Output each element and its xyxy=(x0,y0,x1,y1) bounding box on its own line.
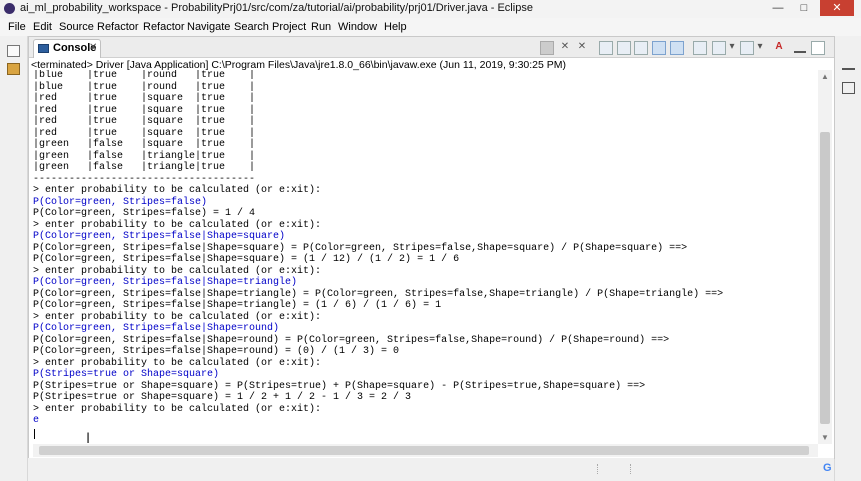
console-output-line: > enter probability to be calculated (or… xyxy=(33,185,322,196)
pin-console-icon[interactable] xyxy=(693,41,707,55)
terminate-icon[interactable] xyxy=(540,41,554,55)
chevron-down-icon[interactable]: ▾ xyxy=(726,41,738,53)
vertical-scrollbar[interactable]: ▲ ▼ xyxy=(818,70,832,444)
console-input-line: P(Stripes=true or Shape=square) xyxy=(33,369,220,380)
console-output-line: > enter probability to be calculated (or… xyxy=(33,357,322,369)
console-input-line: P(Color=green, Stripes=false) xyxy=(33,196,208,208)
console-output-line: P(Color=green, Stripes=false|Shape=round… xyxy=(33,346,400,357)
tab-close-icon[interactable]: ✕ xyxy=(89,42,97,53)
text-caret xyxy=(34,429,35,439)
maximize-view-icon[interactable] xyxy=(811,41,825,55)
console-icon xyxy=(38,44,49,53)
menu-navigate[interactable]: Navigate xyxy=(187,21,230,33)
remove-all-terminated-icon[interactable]: ✕ xyxy=(576,41,588,53)
eclipse-app-icon xyxy=(4,3,15,14)
console-output-line: ------------------------------------- xyxy=(33,173,256,185)
console-output-line: P(Stripes=true or Shape=square) = P(Stri… xyxy=(33,380,646,392)
tab-console[interactable]: Console ✕ xyxy=(33,39,101,58)
maximize-button[interactable]: □ xyxy=(792,0,816,16)
clear-console-icon[interactable] xyxy=(599,41,613,55)
console-output-line: P(Stripes=true or Shape=square) = 1 / 2 … xyxy=(33,392,412,403)
maximize-icon[interactable] xyxy=(842,82,855,94)
right-trim-bar xyxy=(834,36,861,481)
google-icon[interactable]: G xyxy=(823,462,832,474)
show-console-on-stderr-icon[interactable] xyxy=(670,41,684,55)
console-tab-bar: Console ✕ ✕ ✕ ▾ ▾ A xyxy=(29,37,834,58)
console-output-line: |blue |true |round |true | xyxy=(33,70,256,81)
word-wrap-icon[interactable] xyxy=(634,41,648,55)
console-view: Console ✕ ✕ ✕ ▾ ▾ A <terminated> Driver … xyxy=(28,36,835,459)
console-output-line: P(Color=green, Stripes=false|Shape=trian… xyxy=(33,300,442,311)
console-input-line: P(Color=green, Stripes=false|Shape=trian… xyxy=(33,277,298,288)
menu-window[interactable]: Window xyxy=(338,21,377,33)
status-bar: G xyxy=(28,458,834,481)
menu-bar: File Edit Source Refactor Refactor Navig… xyxy=(0,18,861,36)
close-button[interactable]: ✕ xyxy=(820,0,854,16)
open-console-icon[interactable] xyxy=(740,41,754,55)
console-output-line: |green |false |square |true | xyxy=(33,139,256,150)
chevron-down-icon[interactable]: ▾ xyxy=(754,41,766,53)
console-output-line: |blue |true |round |true | xyxy=(33,81,256,93)
console-output-line: |red |true |square |true | xyxy=(33,93,256,104)
menu-edit[interactable]: Edit xyxy=(33,21,52,33)
console-output-line: > enter probability to be calculated (or… xyxy=(33,403,322,415)
console-input-line: e xyxy=(33,415,40,426)
menu-search[interactable]: Search xyxy=(234,21,269,33)
console-output-line: P(Color=green, Stripes=false) = 1 / 4 xyxy=(33,208,256,219)
minimize-icon[interactable] xyxy=(842,64,855,70)
console-output-line: |red |true |square |true | xyxy=(33,116,256,127)
menu-source[interactable]: Source xyxy=(59,21,94,33)
menu-help[interactable]: Help xyxy=(384,21,407,33)
scroll-up-icon[interactable]: ▲ xyxy=(821,72,829,81)
window-title: ai_ml_probability_workspace - Probabilit… xyxy=(20,2,533,14)
menu-refactor-2[interactable]: Refactor xyxy=(143,21,185,33)
console-output-line: P(Color=green, Stripes=false|Shape=trian… xyxy=(33,288,724,300)
display-selected-console-icon[interactable] xyxy=(712,41,726,55)
minimize-view-icon[interactable] xyxy=(794,47,806,53)
menu-refactor[interactable]: Refactor xyxy=(97,21,139,33)
restore-icon[interactable] xyxy=(7,45,20,57)
vertical-scroll-thumb[interactable] xyxy=(820,132,830,424)
console-output-line: > enter probability to be calculated (or… xyxy=(33,311,322,323)
horizontal-scroll-thumb[interactable] xyxy=(39,446,809,455)
remove-launch-icon[interactable]: ✕ xyxy=(559,41,571,53)
console-output[interactable]: |blue |true |round |true | |blue |true |r… xyxy=(33,70,817,444)
console-input-line: P(Color=green, Stripes=false|Shape=round… xyxy=(33,323,280,334)
menu-project[interactable]: Project xyxy=(272,21,306,33)
console-output-line: |red |true |square |true | xyxy=(33,104,256,116)
console-output-line: |green |false |triangle|true | xyxy=(33,150,256,162)
show-console-on-stdout-icon[interactable] xyxy=(652,41,666,55)
console-input-line: P(Color=green, Stripes=false|Shape=squar… xyxy=(33,231,286,242)
menu-file[interactable]: File xyxy=(8,21,26,33)
console-output-line: > enter probability to be calculated (or… xyxy=(33,265,322,277)
console-output-line: > enter probability to be calculated (or… xyxy=(33,219,322,231)
console-output-line: P(Color=green, Stripes=false|Shape=squar… xyxy=(33,242,688,254)
console-output-line: |red |true |square |true | xyxy=(33,127,256,139)
scroll-lock-icon[interactable] xyxy=(617,41,631,55)
console-output-line: |green |false |triangle|true | xyxy=(33,162,256,173)
menu-run[interactable]: Run xyxy=(311,21,331,33)
package-explorer-icon[interactable] xyxy=(7,63,20,75)
gripper-icon xyxy=(597,464,631,474)
horizontal-scrollbar[interactable] xyxy=(33,444,818,457)
console-output-line: P(Color=green, Stripes=false|Shape=squar… xyxy=(33,254,460,265)
hunter-icon[interactable]: A xyxy=(773,41,785,53)
console-output-line: P(Color=green, Stripes=false|Shape=round… xyxy=(33,334,670,346)
left-trim-bar xyxy=(0,36,28,481)
scroll-down-icon[interactable]: ▼ xyxy=(821,433,829,442)
minimize-button[interactable]: — xyxy=(766,0,790,16)
title-bar: ai_ml_probability_workspace - Probabilit… xyxy=(0,0,861,18)
